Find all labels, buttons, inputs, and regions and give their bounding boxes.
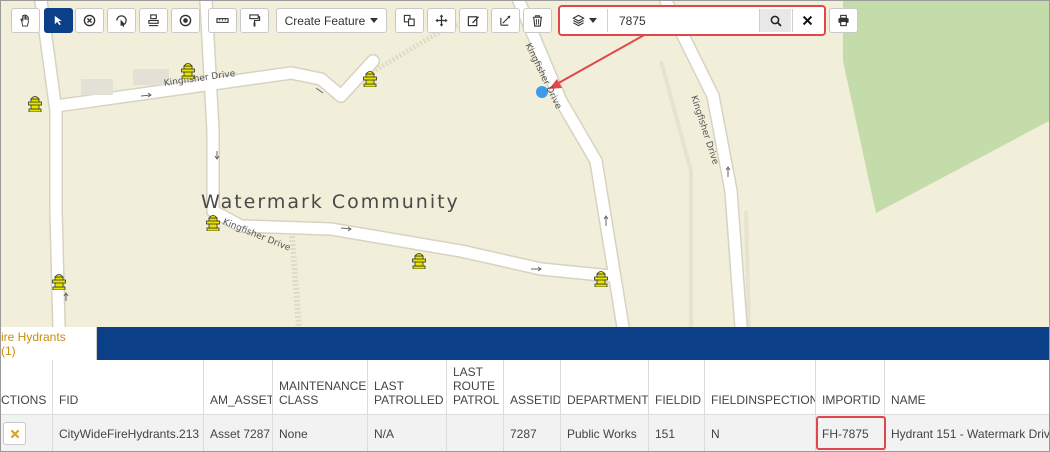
remove-row-button[interactable] — [3, 422, 26, 445]
print-button[interactable] — [829, 8, 858, 33]
column-header[interactable]: LAST PATROLLED — [368, 360, 447, 415]
column-header[interactable]: FIELDID — [649, 360, 705, 415]
importid-highlight — [816, 416, 886, 450]
table-cell: N — [705, 415, 816, 451]
caret-down-icon — [589, 18, 597, 23]
community-label: Watermark Community — [201, 191, 460, 213]
markup-tool-button[interactable] — [240, 8, 269, 33]
hand-icon — [20, 14, 29, 27]
column-header[interactable]: NAME — [885, 360, 1049, 415]
results-tab-bar: ire Hydrants (1) — [1, 327, 1049, 360]
buffer-tool-button[interactable] — [171, 8, 200, 33]
reshape-icon — [500, 15, 511, 26]
hydrant-icon[interactable] — [412, 251, 426, 269]
edit-feature-button[interactable] — [459, 8, 488, 33]
column-header[interactable]: FID — [53, 360, 204, 415]
edit-icon — [467, 16, 480, 27]
table-cell: 151 — [649, 415, 705, 451]
circle-x-icon — [83, 14, 96, 27]
select-tool-button[interactable] — [44, 8, 73, 33]
map-view[interactable]: Kingfisher Drive Kingfisher Drive Kingfi… — [1, 1, 1049, 327]
footpath — [659, 60, 693, 327]
target-icon — [179, 14, 192, 27]
identify-tool-button[interactable] — [107, 8, 136, 33]
results-table: CTIONS FID AM_ASSET MAINTENANCE CLASS LA… — [1, 360, 1049, 451]
table-cell: None — [273, 415, 368, 451]
app-frame: Kingfisher Drive Kingfisher Drive Kingfi… — [0, 0, 1050, 452]
roads — [35, 1, 747, 327]
move-feature-button[interactable] — [427, 8, 456, 33]
search-box — [558, 5, 826, 36]
annotation-arrow — [554, 33, 647, 86]
column-header[interactable]: FIELDINSPECTION — [705, 360, 816, 415]
copy-icon — [403, 14, 415, 27]
copy-feature-button[interactable] — [395, 8, 424, 33]
column-header[interactable]: AM_ASSET — [204, 360, 273, 415]
move-arrows-icon — [435, 14, 448, 27]
row-actions-cell — [1, 415, 53, 451]
clear-search-button[interactable] — [792, 9, 822, 32]
create-feature-label: Create Feature — [284, 13, 366, 28]
cursor-arrow-icon — [54, 15, 62, 26]
search-button[interactable] — [759, 9, 791, 32]
create-feature-dropdown[interactable]: Create Feature — [276, 8, 387, 33]
close-icon — [802, 15, 813, 26]
table-cell — [447, 415, 504, 451]
table-cell: Hydrant 151 - Watermark Driv — [885, 415, 1049, 451]
close-icon — [10, 429, 19, 438]
footpath — [289, 235, 302, 327]
pan-tool-button[interactable] — [11, 8, 40, 33]
hydrant-icon[interactable] — [28, 94, 42, 112]
hydrant-icon[interactable] — [181, 61, 195, 79]
table-cell: N/A — [368, 415, 447, 451]
delete-feature-button[interactable] — [523, 8, 552, 33]
clear-selection-button[interactable] — [75, 8, 104, 33]
tab-fire-hydrants[interactable]: ire Hydrants (1) — [1, 327, 97, 360]
column-header[interactable]: LAST ROUTE PATROL — [447, 360, 504, 415]
column-header[interactable]: DEPARTMENT — [561, 360, 649, 415]
search-layer-dropdown[interactable] — [562, 9, 608, 32]
measure-tool-button[interactable] — [208, 8, 237, 33]
column-header[interactable]: CTIONS — [1, 360, 53, 415]
layers-icon — [572, 14, 585, 27]
reshape-feature-button[interactable] — [491, 8, 520, 33]
magnifier-icon — [770, 15, 782, 27]
hydrant-icon[interactable] — [52, 272, 66, 290]
hydrant-icon[interactable] — [594, 269, 608, 287]
search-input[interactable] — [611, 10, 756, 31]
paint-roller-icon — [249, 14, 261, 27]
hydrant-icon[interactable] — [206, 213, 220, 231]
column-header[interactable]: IMPORTID — [816, 360, 885, 415]
table-cell: Public Works — [561, 415, 649, 451]
table-cell: CityWideFireHydrants.213 — [53, 415, 204, 451]
table-cell: 7287 — [504, 415, 561, 451]
park-area — [843, 1, 1049, 213]
table-cell: Asset 7287 — [204, 415, 273, 451]
trash-icon — [532, 15, 543, 27]
layer-properties-button[interactable] — [139, 8, 168, 33]
column-header[interactable]: ASSETID — [504, 360, 561, 415]
printer-icon — [838, 14, 849, 27]
rotate-pointer-icon — [116, 15, 127, 27]
hydrant-icon[interactable] — [363, 69, 377, 87]
caret-down-icon — [370, 18, 379, 23]
column-header[interactable]: MAINTENANCE CLASS — [273, 360, 368, 415]
ruler-icon — [216, 18, 229, 23]
stack-tool-icon — [148, 14, 159, 27]
